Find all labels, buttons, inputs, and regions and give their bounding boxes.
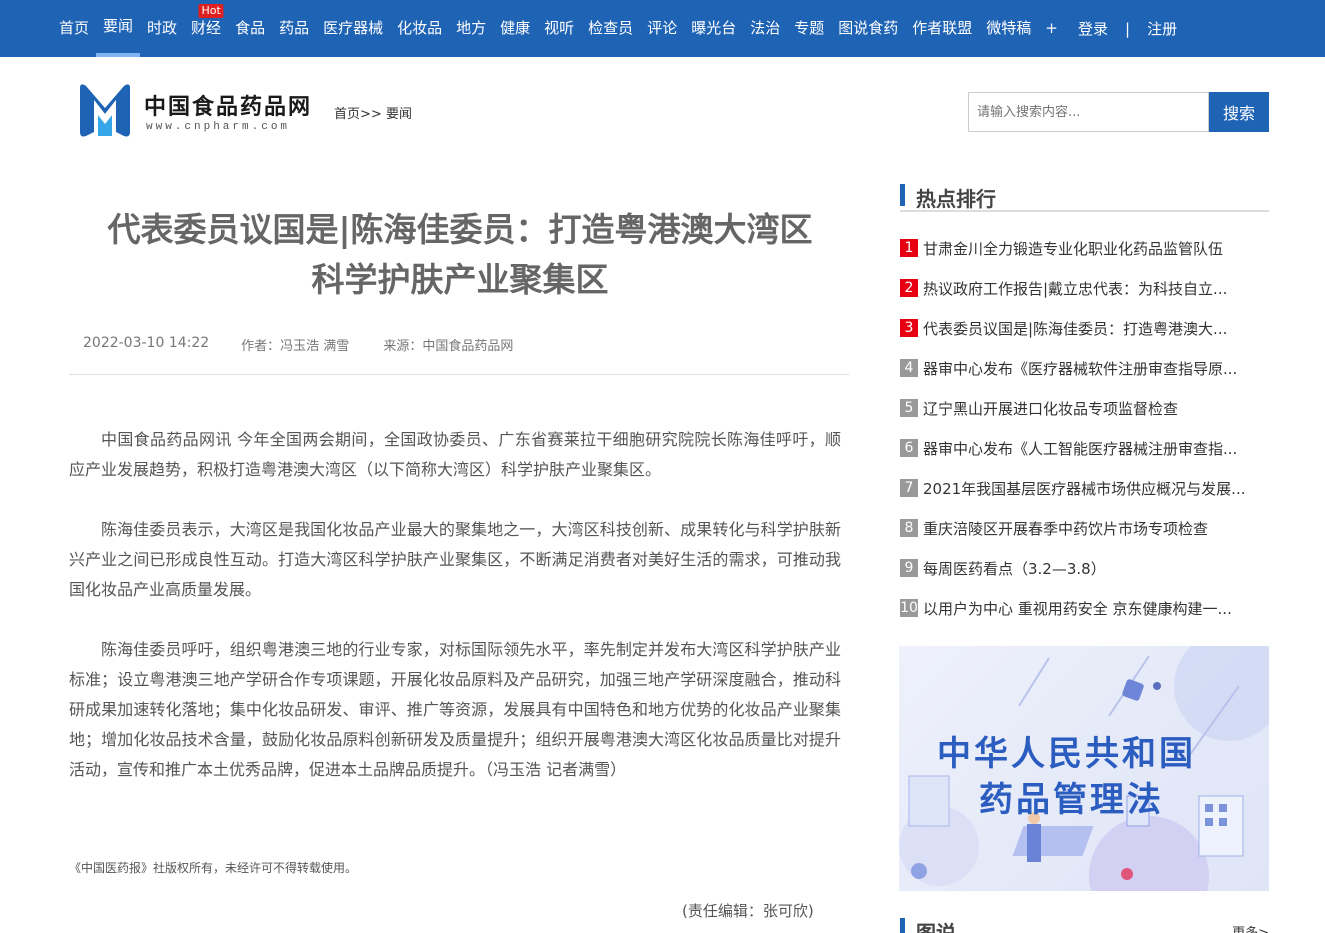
hot-item-title[interactable]: 代表委员议国是|陈海佳委员：打造粤港澳大... [923,318,1263,339]
nav-item[interactable]: 曝光台 [684,0,743,57]
hot-item-title[interactable]: 每周医药看点（3.2—3.8） [923,558,1263,579]
nav-item[interactable]: 评论 [640,0,684,57]
rank-number-badge: 8 [900,519,918,537]
nav-item[interactable]: 要闻 [96,0,141,57]
article-paragraph: 中国食品药品网讯 今年全国两会期间，全国政协委员、广东省赛莱拉干细胞研究院院长陈… [69,430,841,479]
meta-divider [69,374,849,375]
nav-item[interactable]: 检查员 [581,0,640,57]
nav-item[interactable]: 微特稿 [979,0,1038,57]
rank-number-badge: 4 [900,359,918,377]
article-meta: 2022-03-10 14:22 作者：冯玉浩 满雪 来源：中国食品药品网 [83,335,513,354]
rank-number-badge: 2 [900,279,918,297]
hot-item-title[interactable]: 以用户为中心 重视用药安全 京东健康构建一... [923,598,1263,619]
hot-badge: Hot [198,4,224,18]
hot-item-title[interactable]: 甘肃金川全力锻造专业化职业化药品监管队伍 [923,238,1263,259]
nav-menu: 首页 要闻 时政 财经 Hot 食品 药品 医疗器械 化妆品 地方 健康 视听 检查员 评论 曝光台 法治 专题… [52,0,1065,57]
drug-law-banner[interactable]: 中华人民共和国 药品管理法 [899,646,1269,891]
section-accent-bar [900,918,905,933]
hot-list-item[interactable]: 3 代表委员议国是|陈海佳委员：打造粤港澳大... [900,308,1269,348]
nav-item[interactable]: 财经 Hot [184,0,228,57]
gallery-more-link[interactable]: 更多> [1232,922,1269,933]
nav-item[interactable]: 首页 [52,0,96,57]
nav-item[interactable]: 地方 [449,0,493,57]
top-nav: 首页 要闻 时政 财经 Hot 食品 药品 医疗器械 化妆品 地方 健康 视听 检查员 评论 曝光台 法治 专题… [0,0,1325,57]
hot-list-item[interactable]: 5 辽宁黑山开展进口化妆品专项监督检查 [900,388,1269,428]
banner-title-line2: 药品管理法 [979,780,1164,820]
section-accent-bar [900,184,905,206]
article-title: 代表委员议国是|陈海佳委员：打造粤港澳大湾区 科学护肤产业聚集区 [70,205,850,305]
site-url-text: www.cnpharm.com [146,121,291,133]
hot-ranking-header: 热点排行 [900,182,1269,212]
breadcrumb-current[interactable]: 要闻 [386,107,412,122]
hot-list-item[interactable]: 2 热议政府工作报告|戴立忠代表：为科技自立... [900,268,1269,308]
nav-item[interactable]: 视听 [537,0,581,57]
article-date: 2022-03-10 14:22 [83,335,210,351]
article-body: 中国食品药品网讯 今年全国两会期间，全国政协委员、广东省赛莱拉干细胞研究院院长陈… [69,425,841,815]
hot-list-item[interactable]: 7 2021年我国基层医疗器械市场供应概况与发展... [900,468,1269,508]
nav-item[interactable]: 健康 [493,0,537,57]
hot-list-item[interactable]: 9 每周医药看点（3.2—3.8） [900,548,1269,588]
rank-number-badge: 7 [900,479,918,497]
gallery-section-header: 图说 更多> [900,916,1269,933]
rank-number-badge: 9 [900,559,918,577]
rank-number-badge: 3 [900,319,918,337]
hot-list-item[interactable]: 1 甘肃金川全力锻造专业化职业化药品监管队伍 [900,228,1269,268]
search-button[interactable]: 搜索 [1209,92,1269,132]
article-paragraph: 陈海佳委员呼吁，组织粤港澳三地的行业专家，对标国际领先水平，率先制定并发布大湾区… [69,640,841,779]
nav-item[interactable]: 食品 [228,0,272,57]
hot-item-title[interactable]: 重庆涪陵区开展春季中药饮片市场专项检查 [923,518,1263,539]
rank-number-badge: 5 [900,399,918,417]
register-link[interactable]: 注册 [1147,18,1177,39]
rank-number-badge: 6 [900,439,918,457]
rank-number-badge: 1 [900,239,918,257]
article-paragraph: 陈海佳委员表示，大湾区是我国化妆品产业最大的聚集地之一，大湾区科技创新、成果转化… [69,520,841,599]
hot-item-title[interactable]: 器审中心发布《医疗器械软件注册审查指导原... [923,358,1263,379]
nav-separator: | [1125,19,1131,38]
hot-ranking-list: 1 甘肃金川全力锻造专业化职业化药品监管队伍 2 热议政府工作报告|戴立忠代表：为科技… [900,228,1269,628]
site-logo-icon[interactable] [76,80,134,140]
gallery-section-title: 图说 [916,921,956,933]
rank-number-badge: 10 [900,599,918,617]
hot-list-item[interactable]: 4 器审中心发布《医疗器械软件注册审查指导原... [900,348,1269,388]
breadcrumb-home[interactable]: 首页 [334,107,360,122]
search-input[interactable] [968,92,1209,132]
hot-item-title[interactable]: 辽宁黑山开展进口化妆品专项监督检查 [923,398,1263,419]
nav-item[interactable]: 化妆品 [390,0,449,57]
site-logo-text[interactable]: 中国食品药品网 [144,89,312,121]
breadcrumb: 首页>> 要闻 [334,103,412,122]
account-links: 登录 | 注册 [1078,0,1177,57]
responsible-editor: (责任编辑：张可欣) [682,902,814,920]
hot-list-item[interactable]: 6 器审中心发布《人工智能医疗器械注册审查指... [900,428,1269,468]
hot-ranking-title: 热点排行 [916,187,996,211]
nav-item[interactable]: 医疗器械 [316,0,390,57]
article-title-line1: 代表委员议国是|陈海佳委员：打造粤港澳大湾区 [107,210,813,249]
hot-list-item[interactable]: 8 重庆涪陵区开展春季中药饮片市场专项检查 [900,508,1269,548]
nav-item[interactable]: 图说食药 [831,0,905,57]
hot-item-title[interactable]: 2021年我国基层医疗器械市场供应概况与发展... [923,478,1263,499]
hot-list-item[interactable]: 10 以用户为中心 重视用药安全 京东健康构建一... [900,588,1269,628]
nav-more-button[interactable]: + [1038,0,1065,57]
nav-item[interactable]: 专题 [787,0,831,57]
hot-item-title[interactable]: 器审中心发布《人工智能医疗器械注册审查指... [923,438,1263,459]
nav-item[interactable]: 作者联盟 [905,0,979,57]
login-link[interactable]: 登录 [1078,18,1108,39]
breadcrumb-separator: >> [360,107,382,122]
nav-item[interactable]: 法治 [743,0,787,57]
copyright-notice: 《中国医药报》社版权所有，未经许可不得转载使用。 [69,861,358,875]
hot-item-title[interactable]: 热议政府工作报告|戴立忠代表：为科技自立... [923,278,1263,299]
article-title-line2: 科学护肤产业聚集区 [311,260,609,299]
article-author: 作者：冯玉浩 满雪 [241,339,350,354]
nav-item[interactable]: 时政 [140,0,184,57]
nav-item[interactable]: 药品 [272,0,316,57]
article-source: 来源：中国食品药品网 [383,339,514,354]
banner-title-line1: 中华人民共和国 [937,734,1196,774]
